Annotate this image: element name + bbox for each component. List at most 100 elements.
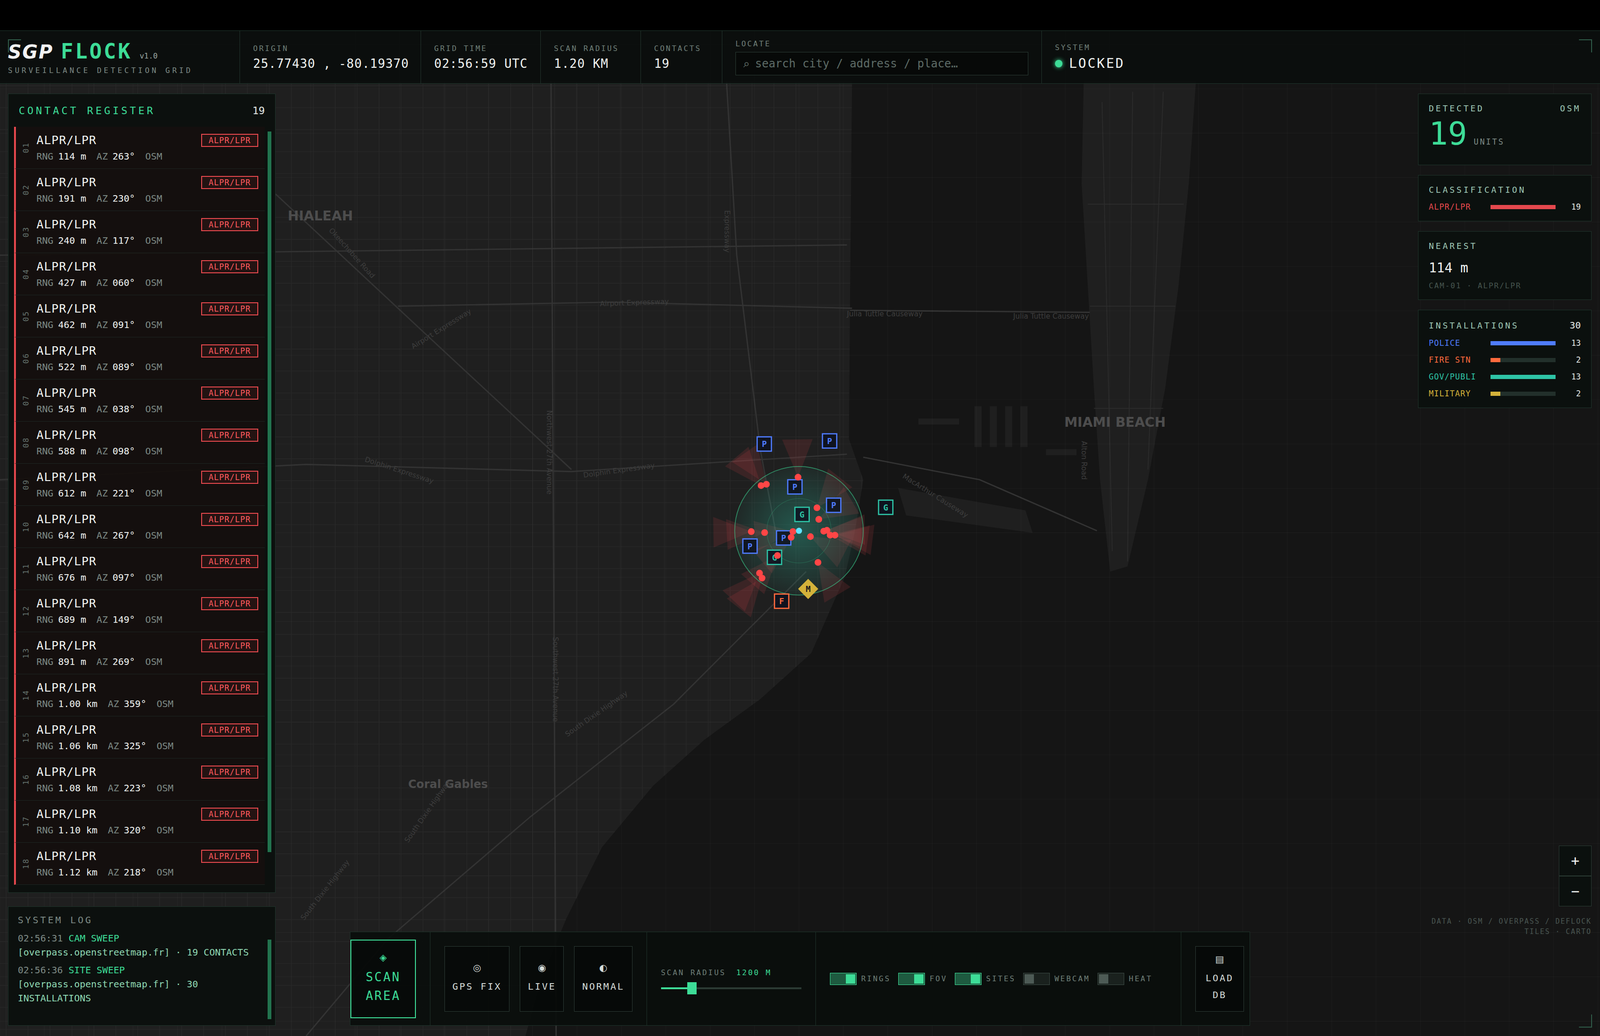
camera-pin[interactable] [748, 528, 755, 535]
highway [863, 457, 1097, 531]
toolbar-button[interactable]: ◉LIVE [519, 945, 564, 1012]
island-street [1127, 91, 1133, 561]
contact-row[interactable]: 09ALPR/LPRALPR/LPRRNG612 mAZ221°OSM [14, 463, 265, 506]
contact-row[interactable]: 14ALPR/LPRALPR/LPRRNG1.00 kmAZ359°OSM [14, 674, 265, 717]
camera-pin[interactable] [789, 528, 797, 535]
header-field: CONTACTS19 [640, 30, 723, 84]
highway [275, 193, 572, 470]
fov-cones [712, 438, 875, 618]
slider-thumb[interactable] [687, 981, 697, 995]
contact-number: 14 [21, 689, 31, 701]
contact-row[interactable]: 04ALPR/LPRALPR/LPRRNG427 mAZ060°OSM [14, 253, 265, 296]
toolbar-button[interactable]: ◎GPS FIX [444, 945, 510, 1012]
button-icon: ◐ [599, 962, 608, 973]
logo-mark: SGP [7, 41, 54, 63]
contact-row[interactable]: 02ALPR/LPRALPR/LPRRNG191 mAZ230°OSM [14, 168, 265, 211]
island-street [1102, 101, 1113, 552]
toolbar-button[interactable]: ◐NORMAL [574, 945, 633, 1012]
scrollbar[interactable] [267, 939, 272, 1019]
load-db-button[interactable]: ▤LOAD DB [1195, 945, 1244, 1012]
inner-ring [766, 498, 831, 563]
search-field[interactable]: ⌕search city / address / place… [735, 51, 1029, 76]
contact-row[interactable]: 08ALPR/LPRALPR/LPRRNG588 mAZ098°OSM [14, 421, 265, 464]
contact-row[interactable]: 12ALPR/LPRALPR/LPRRNG689 mAZ149°OSM [14, 589, 265, 633]
zoom-out-button[interactable]: − [1558, 875, 1592, 907]
contact-row[interactable]: 03ALPR/LPRALPR/LPRRNG240 mAZ117°OSM [14, 210, 265, 254]
site-marker[interactable]: P [822, 433, 837, 449]
corner-bracket [7, 39, 22, 53]
system-status: SYSTEMLOCKED [1041, 30, 1600, 84]
contact-number: 16 [21, 773, 31, 785]
svg-text:M: M [805, 584, 811, 594]
contact-row[interactable]: 17ALPR/LPRALPR/LPRRNG1.10 kmAZ320°OSM [14, 800, 265, 843]
type-badge: ALPR/LPR [201, 596, 259, 611]
camera-pin[interactable] [831, 531, 838, 539]
camera-pin[interactable] [814, 559, 822, 566]
svg-text:P: P [761, 439, 767, 449]
camera-pin[interactable] [815, 516, 822, 523]
scrollbar[interactable] [267, 131, 272, 852]
contact-row[interactable]: 13ALPR/LPRALPR/LPRRNG891 mAZ269°OSM [14, 632, 265, 675]
site-marker[interactable]: F [774, 594, 789, 609]
contact-number: 04 [21, 268, 31, 280]
layer-toggle[interactable]: HEAT [1097, 972, 1153, 985]
miami-beach-island [1081, 81, 1196, 572]
contact-row[interactable]: 11ALPR/LPRALPR/LPRRNG676 mAZ097°OSM [14, 547, 265, 590]
svg-text:G: G [799, 509, 805, 520]
camera-pin[interactable] [794, 473, 802, 481]
locate: LOCATE⌕search city / address / place… [722, 30, 1042, 84]
type-badge: ALPR/LPR [201, 512, 259, 526]
camera-pin[interactable] [774, 552, 781, 559]
map-label: Northwest 27th Avenue [545, 410, 554, 495]
contact-row[interactable]: 01ALPR/LPRALPR/LPRRNG114 mAZ263°OSM [14, 126, 265, 169]
contact-row[interactable]: 07ALPR/LPRALPR/LPRRNG545 mAZ038°OSM [14, 379, 265, 422]
contact-row[interactable]: 06ALPR/LPRALPR/LPRRNG522 mAZ089°OSM [14, 337, 265, 380]
site-marker[interactable]: G [794, 507, 810, 522]
nearest-card: NEAREST114 mCAM-01 · ALPR/LPR [1418, 231, 1592, 300]
system-log: SYSTEM LOG02:56:31 CAM SWEEP [overpass.o… [7, 906, 276, 1026]
layer-toggle[interactable]: WEBCAM [1023, 972, 1091, 985]
map-label: Expressway [722, 210, 732, 253]
site-marker[interactable]: M [798, 578, 819, 599]
contact-row[interactable]: 18ALPR/LPRALPR/LPRRNG1.12 kmAZ218°OSM [14, 842, 265, 885]
camera-pin[interactable] [787, 533, 795, 541]
status-dot-icon [1054, 59, 1063, 68]
site-marker[interactable]: G [767, 550, 782, 565]
island-street [1093, 407, 1164, 409]
camera-pin[interactable] [813, 504, 821, 511]
svg-text:G: G [883, 502, 888, 513]
site-marker[interactable]: P [742, 538, 758, 554]
camera-pin[interactable] [807, 533, 814, 540]
camera-pin[interactable] [758, 574, 766, 582]
site-marker[interactable]: P [787, 479, 803, 495]
toolbar-button[interactable]: ◈SCAN AREA [350, 939, 416, 1019]
site-marker[interactable]: P [756, 436, 772, 452]
contact-row[interactable]: 05ALPR/LPRALPR/LPRRNG462 mAZ091°OSM [14, 295, 265, 338]
switch-icon [1097, 972, 1125, 985]
map-label: Dolphin Expressway [363, 455, 435, 486]
type-badge: ALPR/LPR [201, 470, 259, 484]
site-marker[interactable]: G [878, 500, 894, 515]
radius-slider[interactable]: SCAN RADIUS1200 M [661, 967, 802, 990]
contact-row[interactable]: 15ALPR/LPRALPR/LPRRNG1.06 kmAZ325°OSM [14, 716, 265, 759]
hud: SGPFLOCKv1.0SURVEILLANCE DETECTION GRIDO… [0, 0, 1600, 1036]
svg-text:F: F [778, 596, 784, 606]
hud-grid [0, 0, 1600, 1036]
switch-icon [1023, 972, 1050, 985]
camera-pin[interactable] [761, 529, 768, 536]
map-label: MIAMI BEACH [1064, 414, 1166, 430]
contact-row[interactable]: 10ALPR/LPRALPR/LPRRNG642 mAZ267°OSM [14, 505, 265, 548]
layer-toggle[interactable]: RINGS [829, 972, 891, 985]
contact-list[interactable]: 01ALPR/LPRALPR/LPRRNG114 mAZ263°OSM02ALP… [8, 126, 276, 893]
site-marker[interactable]: P [826, 497, 842, 513]
zoom-in-button[interactable]: + [1558, 845, 1592, 876]
type-badge: ALPR/LPR [201, 554, 259, 568]
button-icon: ◉ [538, 962, 546, 973]
type-badge: ALPR/LPR [201, 807, 259, 821]
layer-toggle[interactable]: SITES [954, 972, 1016, 985]
contact-row[interactable]: 16ALPR/LPRALPR/LPRRNG1.08 kmAZ223°OSM [14, 758, 265, 801]
layer-toggle[interactable]: FOV [898, 972, 948, 985]
camera-pin[interactable] [757, 482, 765, 489]
map-label: South Dixie Highway [298, 858, 352, 922]
attribution: DATA · OSM / OVERPASS / DEFLOCKTILES · C… [1418, 916, 1592, 937]
